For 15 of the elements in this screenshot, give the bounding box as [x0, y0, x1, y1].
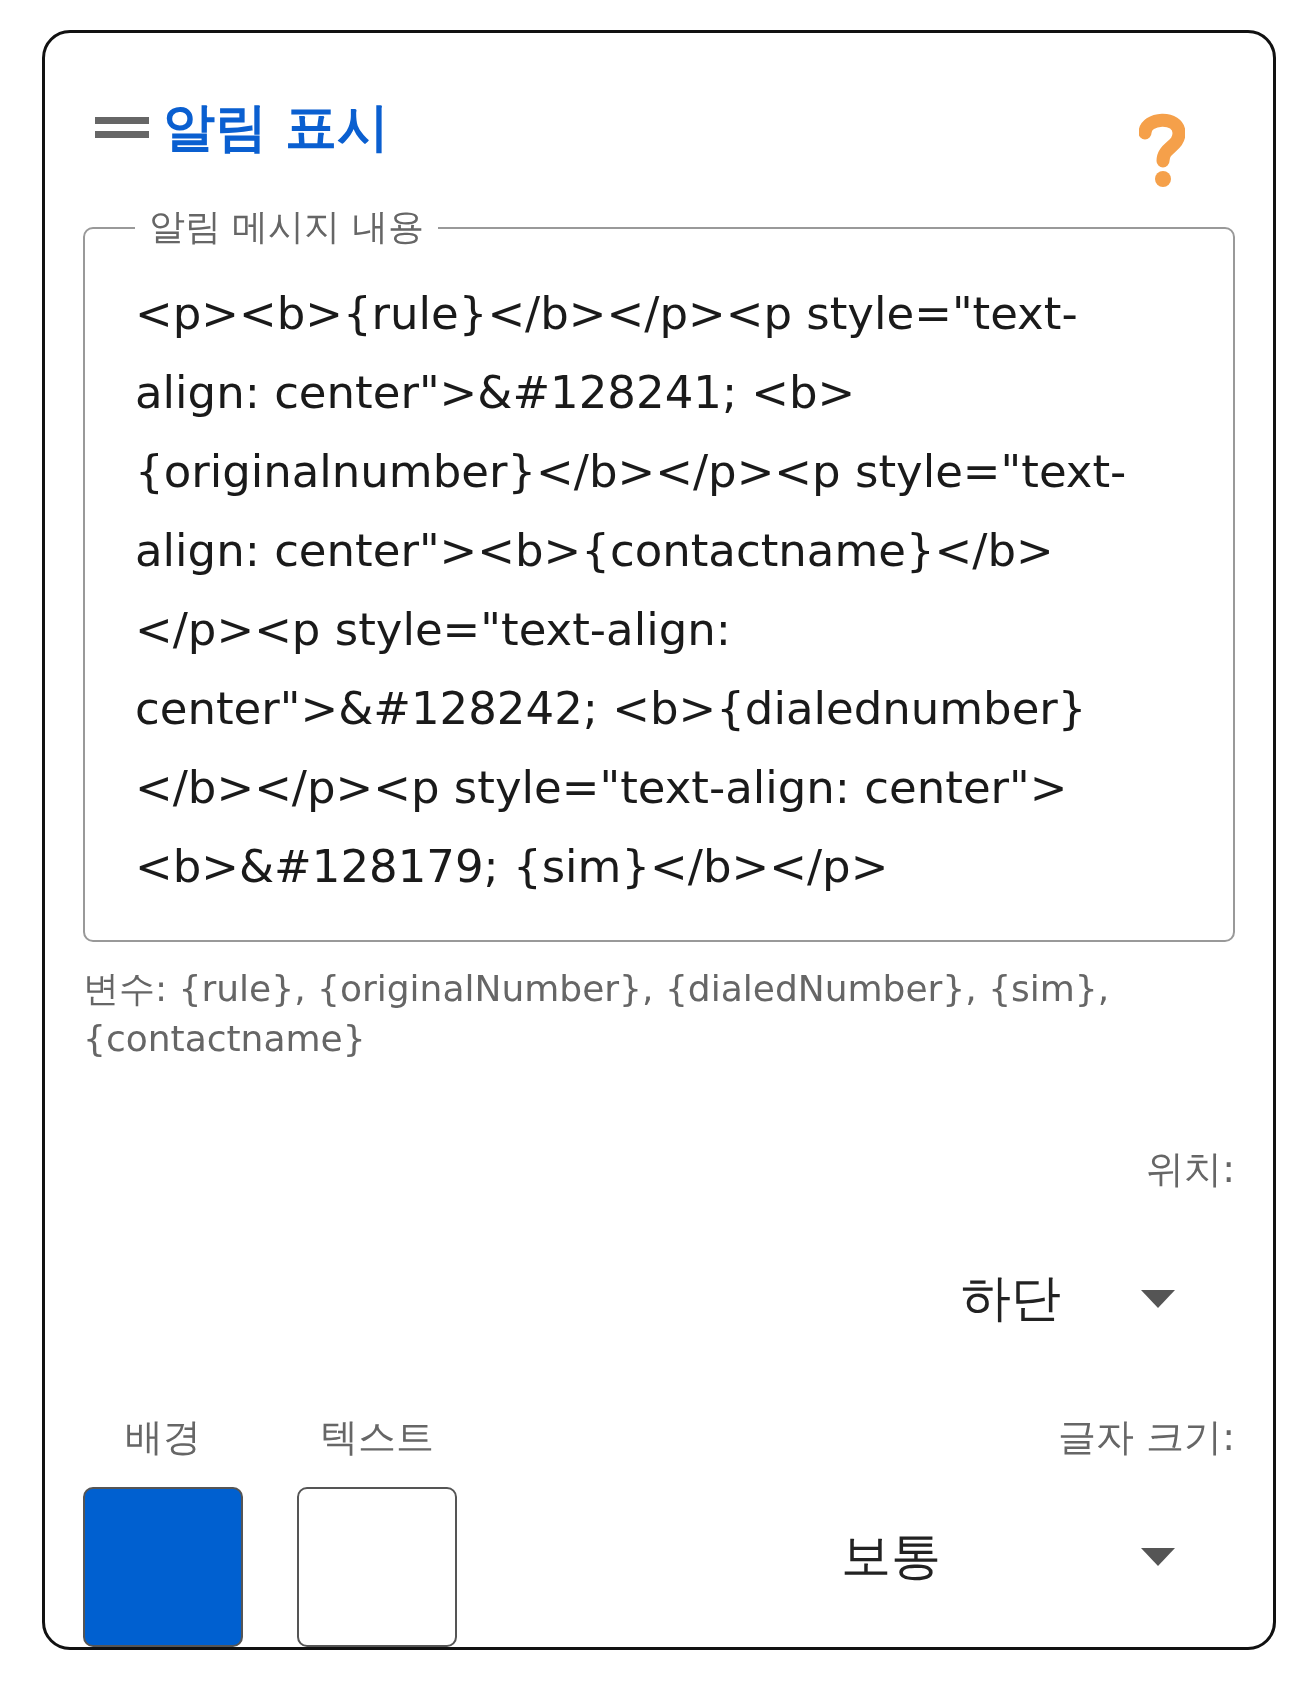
- variables-hint: 변수: {rule}, {originalNumber}, {dialedNumber}, {sim}, {contactname}: [83, 967, 1111, 1061]
- font-size-label: 글자 크기:: [1057, 1414, 1235, 1461]
- color-label: 텍스트: [320, 1414, 434, 1461]
- color-swatch[interactable]: [297, 1487, 457, 1647]
- dropdown-arrow-icon: [1141, 1547, 1175, 1566]
- dropdown-arrow-icon: [1141, 1289, 1175, 1308]
- drag-handle-icon[interactable]: [95, 117, 149, 139]
- color-swatch[interactable]: [83, 1487, 243, 1647]
- field-label: 알림 메시지 내용: [148, 205, 425, 249]
- position-dropdown[interactable]: 하단: [83, 1265, 1235, 1332]
- font-size-dropdown[interactable]: 보통: [841, 1523, 1235, 1590]
- section-title: 알림 표시: [163, 96, 390, 159]
- color-label: 배경: [125, 1414, 201, 1461]
- position-label: 위치:: [1145, 1146, 1235, 1193]
- message-text: <p><b>{rule}</b></p><p style="text-align: center">&#128241; <b>{originalnumber}</b></p><p style="text-align: center"><b>{contactname}</b></p><p style="text-align: center">&#128242; <b>{dialednumber}</b></p><p style="text-align: center"><b>&#128179; {sim}</b></p>: [135, 286, 1128, 895]
